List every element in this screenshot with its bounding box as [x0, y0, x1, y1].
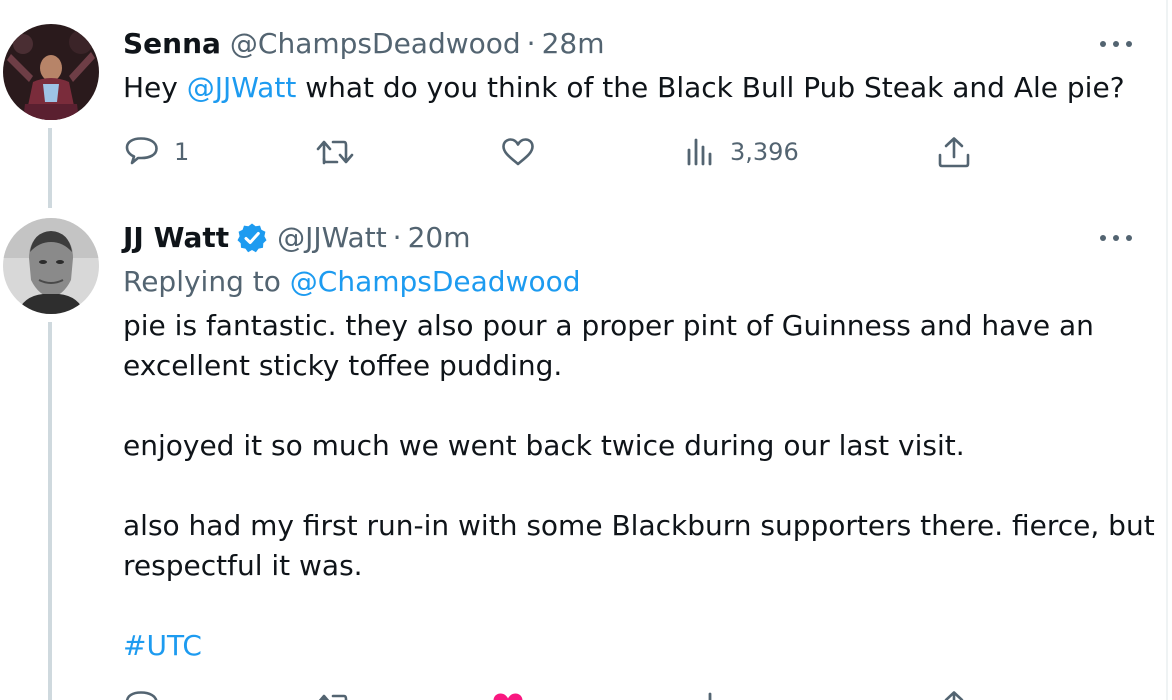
more-icon[interactable] [1100, 38, 1132, 50]
share-icon [944, 691, 964, 700]
tweet-text: Hey @JJWatt what do you think of the Bla… [123, 68, 1125, 108]
tweet-text-line: excellent sticky toffee pudding. [123, 349, 563, 382]
retweet-icon [318, 694, 348, 700]
separator-dot: · [526, 27, 536, 60]
reply-icon [125, 691, 158, 700]
retweet-button[interactable] [316, 691, 354, 700]
share-button[interactable] [937, 136, 971, 168]
display-name[interactable]: JJ Watt [123, 218, 229, 258]
separator-dot: · [392, 221, 402, 254]
tweet-text-line: pie is fantastic. they also pour a prope… [123, 309, 1094, 342]
tweet-text-line: respectful it was. [123, 549, 363, 582]
heart-icon [493, 693, 523, 700]
share-button[interactable] [937, 690, 971, 700]
tweet-text-segment: Hey [123, 71, 187, 104]
like-button[interactable] [491, 691, 525, 700]
avatar-jj-watt[interactable] [3, 218, 99, 314]
timestamp[interactable]: 20m [408, 218, 471, 258]
tweet-text-segment: what do you think of the Black Bull Pub … [296, 71, 1125, 104]
replying-to-link[interactable]: @ChampsDeadwood [290, 265, 581, 298]
like-button[interactable] [501, 137, 535, 167]
display-name[interactable]: Senna [123, 24, 221, 64]
views-icon [687, 138, 712, 166]
reply-button[interactable] [124, 690, 160, 700]
retweet-button[interactable] [316, 137, 354, 167]
tweet-text-line: also had my first run-in with some Black… [123, 509, 1155, 542]
timeline-border [1166, 0, 1168, 700]
hashtag-link[interactable]: #UTC [123, 626, 202, 666]
retweet-icon [316, 140, 354, 165]
tweet-header: JJ Watt @JJWatt · 20m [123, 218, 470, 258]
share-icon [938, 137, 970, 168]
tweet-thread: Senna @ChampsDeadwood · 28m Hey @JJWatt … [0, 0, 1172, 700]
heart-icon [502, 138, 534, 166]
tweet-text-line: enjoyed it so much we went back twice du… [123, 429, 965, 462]
user-handle[interactable]: @JJWatt [277, 218, 387, 258]
verified-badge-icon[interactable] [236, 222, 268, 254]
tweet-header: Senna @ChampsDeadwood · 28m [123, 24, 604, 64]
reply-icon [125, 137, 158, 165]
replying-to-label: Replying to [123, 265, 290, 298]
views-button[interactable] [700, 691, 730, 700]
user-handle[interactable]: @ChampsDeadwood [230, 24, 521, 64]
reply-button[interactable]: 1 [124, 136, 189, 168]
avatar-senna[interactable] [3, 24, 99, 120]
more-icon[interactable] [1100, 232, 1132, 244]
thread-connector-line [48, 128, 52, 208]
mention-link[interactable]: @JJWatt [187, 71, 297, 104]
timestamp[interactable]: 28m [542, 24, 605, 64]
reply-count: 1 [174, 138, 190, 166]
thread-connector-line [48, 322, 52, 700]
views-count: 3,396 [730, 138, 799, 166]
replying-to-line: Replying to @ChampsDeadwood [123, 262, 581, 302]
views-icon [708, 692, 712, 700]
views-button[interactable]: 3,396 [686, 137, 799, 167]
